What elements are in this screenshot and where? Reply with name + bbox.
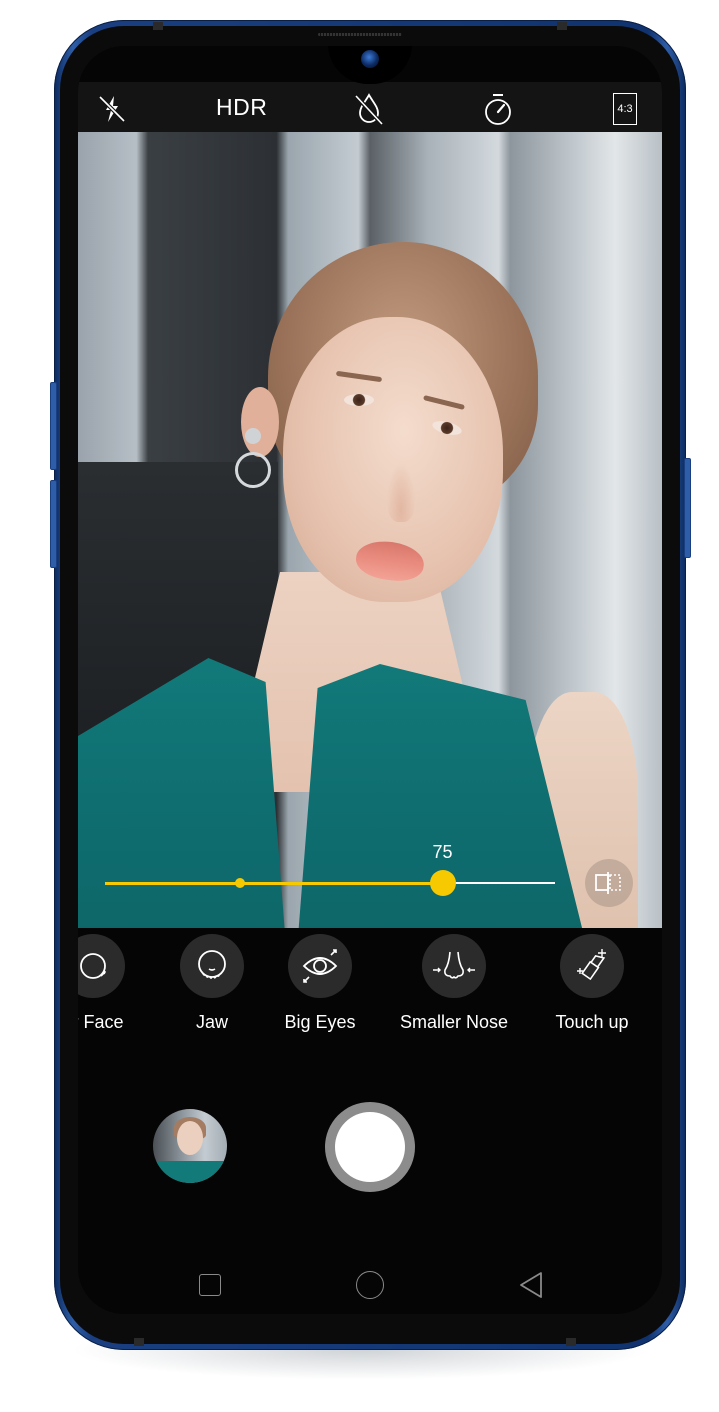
beauty-mode-label: Jaw — [195, 1012, 228, 1032]
aspect-ratio-icon: 4:3 — [613, 93, 637, 125]
hdr-toggle-button[interactable]: HDR — [216, 94, 267, 121]
beauty-mode-label: Big Eyes — [284, 1012, 356, 1032]
camera-top-bar: HDR 4:3 — [78, 82, 662, 132]
beauty-slider[interactable] — [105, 870, 555, 896]
antenna-band — [134, 1338, 144, 1346]
beauty-slider-value: 75 — [432, 842, 453, 862]
big-eyes-icon — [302, 949, 338, 983]
circle-icon — [356, 1271, 384, 1299]
beauty-mode-icon-bg — [288, 934, 352, 998]
beauty-mode-carousel[interactable]: er Face Jaw Big Eyes — [78, 928, 662, 1058]
beauty-mode-jaw[interactable]: Jaw — [152, 934, 272, 1033]
shutter-core — [335, 1112, 405, 1182]
gallery-thumbnail-button[interactable] — [153, 1109, 227, 1183]
recent-apps-button[interactable] — [193, 1268, 227, 1302]
flash-off-icon — [98, 95, 126, 123]
jaw-icon — [198, 950, 226, 979]
compare-button[interactable] — [585, 859, 633, 907]
triangle-back-icon — [520, 1272, 542, 1298]
beauty-mode-slimmer-face[interactable]: er Face — [78, 934, 153, 1033]
beauty-mode-icon-bg — [422, 934, 486, 998]
subject-shirt — [78, 658, 588, 928]
square-icon — [199, 1274, 221, 1296]
beauty-mode-big-eyes[interactable]: Big Eyes — [260, 934, 380, 1033]
subject-earring — [245, 428, 261, 444]
volume-down-button[interactable] — [50, 480, 57, 568]
back-button[interactable] — [514, 1268, 548, 1302]
thumbnail-photo-face — [177, 1121, 203, 1155]
antenna-band — [566, 1338, 576, 1346]
beauty-mode-icon-bg — [78, 934, 125, 998]
compare-icon — [595, 872, 621, 894]
aspect-ratio-button[interactable]: 4:3 — [608, 92, 642, 126]
beauty-slider-default-marker — [235, 878, 245, 888]
camera-viewfinder[interactable]: 75 — [78, 132, 662, 928]
beauty-slider-thumb[interactable] — [429, 870, 456, 896]
shutter-button[interactable] — [325, 1102, 415, 1192]
subject-eye — [344, 394, 374, 406]
antenna-band — [557, 22, 567, 30]
aspect-ratio-label: 4:3 — [617, 103, 633, 115]
front-camera-lens — [361, 50, 379, 68]
earpiece-speaker — [318, 33, 402, 36]
timer-icon — [485, 94, 511, 125]
subject-earring-hoop — [235, 452, 271, 488]
flash-toggle-button[interactable] — [95, 92, 129, 126]
beauty-mode-smaller-nose[interactable]: Smaller Nose — [384, 934, 524, 1033]
beauty-mode-icon-bg — [180, 934, 244, 998]
volume-up-button[interactable] — [50, 382, 57, 470]
beauty-slider-fill — [105, 881, 443, 885]
thumbnail-photo-shirt — [153, 1161, 227, 1183]
smaller-nose-icon — [433, 951, 475, 979]
touch-up-icon — [577, 949, 606, 981]
beauty-mode-icon-bg — [560, 934, 624, 998]
filter-toggle-button[interactable] — [352, 92, 386, 126]
beauty-mode-label: Touch up — [555, 1012, 629, 1032]
slimmer-face-icon — [80, 953, 107, 979]
beauty-mode-touch-up[interactable]: Touch up — [532, 934, 652, 1033]
camera-screen: HDR 4:3 75 Face Jaw Big Eyes Smaller Nos… — [78, 46, 662, 1314]
power-button[interactable] — [684, 458, 691, 558]
antenna-band — [153, 22, 163, 30]
timer-button[interactable] — [481, 92, 515, 126]
beauty-mode-label: Smaller Nose — [399, 1012, 509, 1032]
beauty-mode-label: er Face — [78, 1012, 124, 1032]
display-notch — [328, 46, 412, 84]
subject-nose — [386, 462, 416, 522]
drop-off-icon — [354, 93, 384, 126]
subject-ear — [241, 387, 279, 457]
home-button[interactable] — [353, 1268, 387, 1302]
